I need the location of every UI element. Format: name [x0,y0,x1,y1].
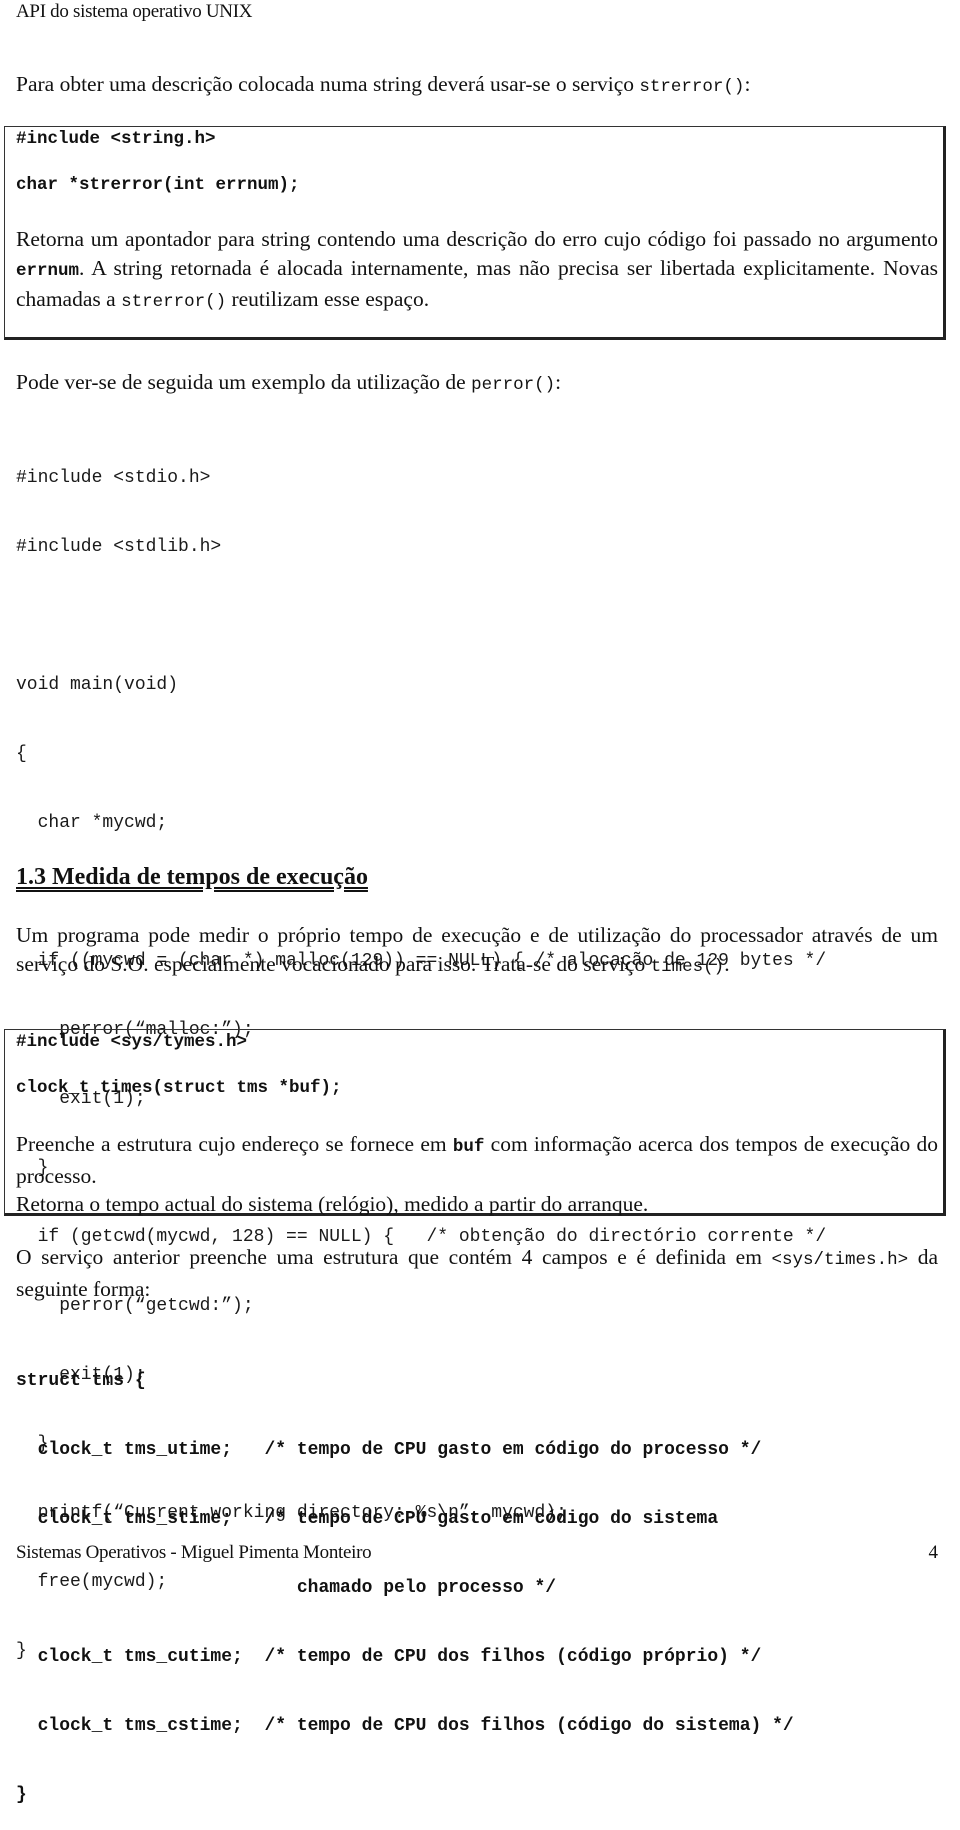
inline-code: perror() [471,375,556,395]
section-paragraph: Um programa pode medir o próprio tempo d… [16,921,938,981]
function-description: Preenche a estrutura cujo endereço se fo… [16,1130,938,1219]
code-line: clock_t tms_cutime; /* tempo de CPU dos … [16,1647,762,1667]
footer-author: Sistemas Operativos - Miguel Pimenta Mon… [16,1542,372,1563]
function-signature: clock_t times(struct tms *buf); [16,1078,342,1098]
code-line: clock_t tms_utime; /* tempo de CPU gasto… [16,1440,762,1460]
code-line: clock_t tms_stime; /* tempo de CPU gasto… [16,1509,719,1529]
argument-name: errnum [16,260,80,281]
struct-intro-text: O serviço anterior preenche uma estrutur… [16,1245,772,1269]
code-line: struct tms { [16,1371,146,1391]
intro-paragraph: Para obter uma descrição colocada numa s… [16,70,938,102]
description-text: reutilizam esse espaço. [226,287,430,311]
inline-code: strerror() [121,292,227,312]
code-line: void main(void) [16,675,179,695]
code-line: } [16,1785,27,1805]
inline-code: <sys/times.h> [771,1250,909,1270]
section-text: Um programa pode medir o próprio tempo d… [16,923,938,976]
code-line: #include <stdio.h> [16,468,211,488]
include-line: #include <string.h> [16,129,216,149]
description-text: Preenche a estrutura cujo endereço se fo… [16,1132,453,1156]
description-text: Retorna um apontador para string contend… [16,227,938,251]
inline-code: times() [650,956,725,977]
section-heading: 1.3 Medida de tempos de execução [16,864,368,890]
code-line: chamado pelo processo */ [16,1578,557,1598]
inline-code: strerror() [639,77,745,97]
page-number: 4 [928,1542,939,1563]
function-description: Retorna um apontador para string contend… [16,225,938,317]
example-intro-colon: : [555,370,562,394]
intro-colon: : [744,72,751,96]
struct-intro-paragraph: O serviço anterior preenche uma estrutur… [16,1243,938,1303]
example-intro-text: Pode ver-se de seguida um exemplo da uti… [16,370,472,394]
code-line: char *mycwd; [16,813,168,833]
section-period: . [724,951,730,976]
function-signature: char *strerror(int errnum); [16,175,300,195]
code-line: { [16,744,27,764]
include-line: #include <sys/tymes.h> [16,1032,248,1052]
argument-name: buf [452,1137,485,1157]
struct-code-block: struct tms { clock_t tms_utime; /* tempo… [16,1324,794,1830]
strerror-definition-box: #include <string.h> char *strerror(int e… [4,126,946,340]
return-description: Retorna o tempo actual do sistema (relóg… [16,1192,649,1216]
times-definition-box: #include <sys/tymes.h> clock_t times(str… [4,1029,946,1216]
code-line: clock_t tms_cstime; /* tempo de CPU dos … [16,1716,794,1736]
page-header: API do sistema operativo UNIX [16,1,253,22]
example-intro-paragraph: Pode ver-se de seguida um exemplo da uti… [16,368,938,400]
code-line: #include <stdlib.h> [16,537,222,557]
intro-text: Para obter uma descrição colocada numa s… [16,72,640,96]
